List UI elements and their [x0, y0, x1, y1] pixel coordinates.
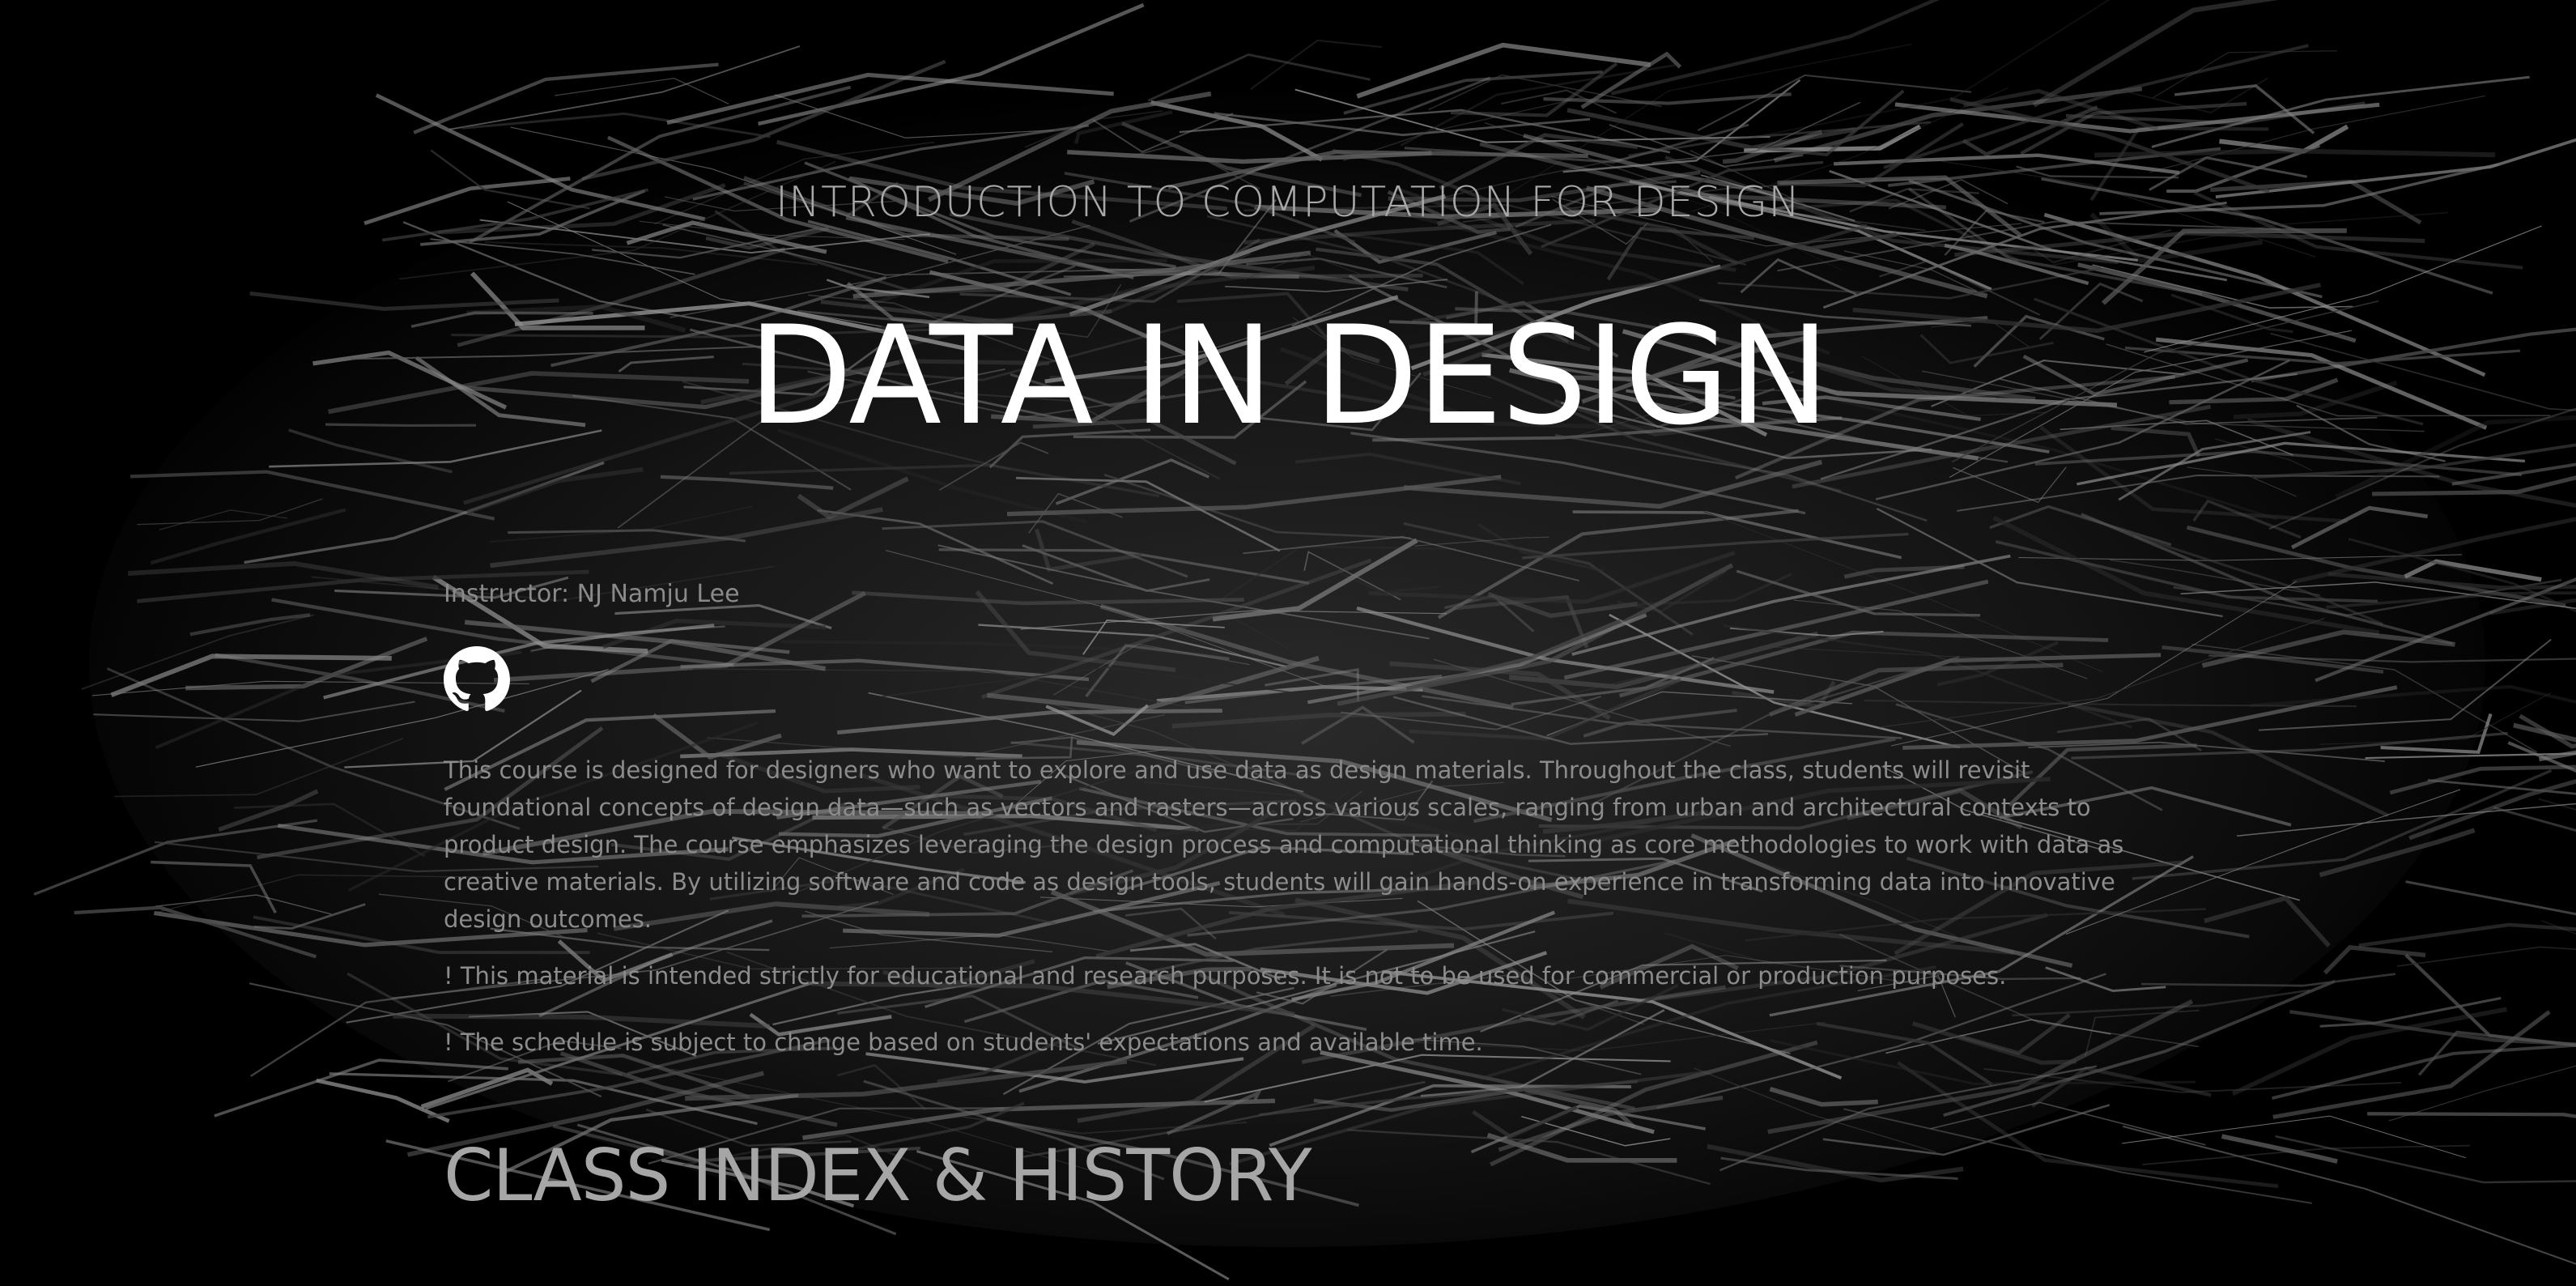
course-description: This course is designed for designers wh… [444, 756, 2124, 933]
instructor-label: Instructor: NJ Namju Lee [444, 580, 740, 608]
github-link[interactable] [444, 646, 510, 713]
page-title: DATA IN DESIGN [747, 296, 1830, 455]
section-heading-class-index: CLASS INDEX & HISTORY [444, 1134, 1312, 1217]
disclaimer-note: ! This material is intended strictly for… [444, 962, 2007, 990]
github-icon [444, 646, 510, 711]
course-subtitle: INTRODUCTION TO COMPUTATION FOR DESIGN [775, 178, 1801, 227]
hero-section: INTRODUCTION TO COMPUTATION FOR DESIGN D… [0, 0, 2576, 1286]
schedule-note: ! The schedule is subject to change base… [444, 1028, 1483, 1056]
